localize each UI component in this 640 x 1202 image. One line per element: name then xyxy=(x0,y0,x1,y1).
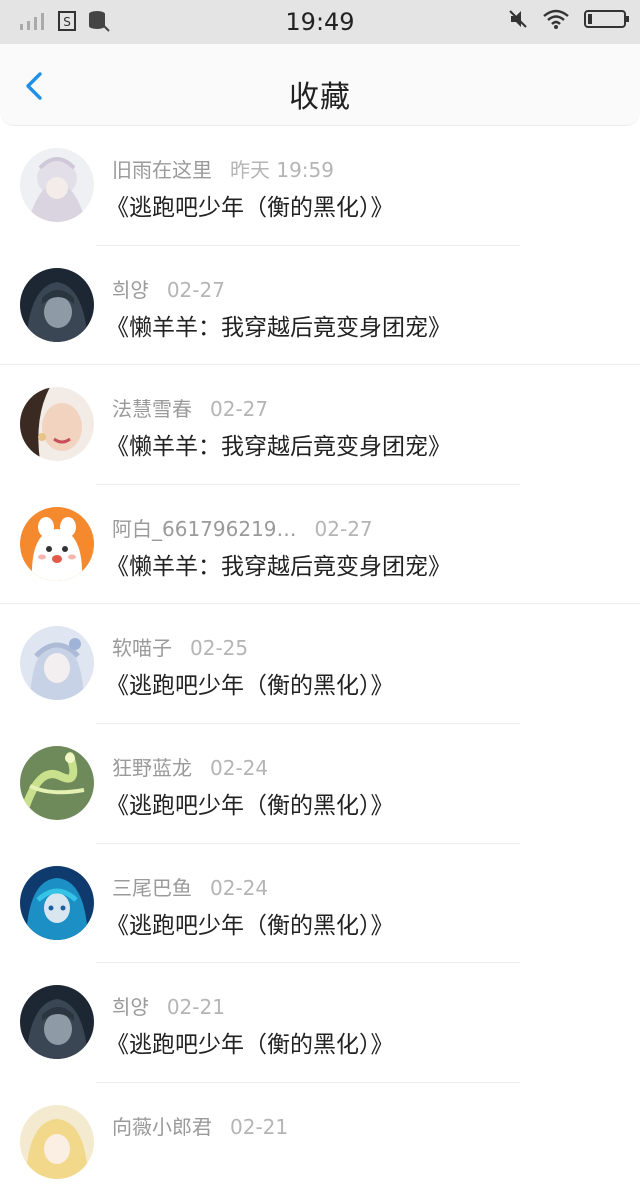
book-title[interactable]: 《懒羊羊：我穿越后竟变身团宠》 xyxy=(106,308,451,342)
book-title[interactable]: 《逃跑吧少年（衡的黑化）》 xyxy=(106,1025,394,1059)
status-bar: S 19:49 xyxy=(0,0,640,44)
list-item[interactable]: 旧雨在这里 昨天 19:59 《逃跑吧少年（衡的黑化）》 xyxy=(0,126,640,246)
book-title[interactable]: 《逃跑吧少年（衡的黑化）》 xyxy=(106,786,394,820)
avatar[interactable] xyxy=(20,745,94,820)
list-item[interactable]: 阿白_661796219… 02-27 《懒羊羊：我穿越后竟变身团宠》 xyxy=(0,485,640,605)
battery-icon xyxy=(584,10,629,28)
user-name[interactable]: 阿白_661796219… xyxy=(112,517,297,541)
avatar[interactable] xyxy=(20,387,94,462)
item-date: 02-21 xyxy=(230,1114,289,1139)
book-title[interactable]: 《逃跑吧少年（衡的黑化）》 xyxy=(106,906,394,940)
user-name[interactable]: 法慧雪春 xyxy=(112,397,192,421)
item-meta: 三尾巴鱼 02-24 xyxy=(112,872,268,901)
user-name[interactable]: 희양 xyxy=(112,995,149,1019)
avatar[interactable] xyxy=(20,1104,94,1179)
item-date: 02-24 xyxy=(210,755,269,780)
list-item[interactable]: 희양 02-21 《逃跑吧少年（衡的黑化）》 xyxy=(0,963,640,1083)
item-date: 02-27 xyxy=(314,516,373,541)
book-title[interactable]: 《逃跑吧少年（衡的黑化）》 xyxy=(106,188,394,222)
item-date: 昨天 19:59 xyxy=(230,158,334,182)
list-item[interactable]: 向薇小郎君 02-21 xyxy=(0,1083,640,1202)
item-meta: 软喵子 02-25 xyxy=(112,632,248,661)
user-name[interactable]: 软喵子 xyxy=(112,636,172,660)
item-meta: 向薇小郎君 02-21 xyxy=(112,1111,288,1140)
user-name[interactable]: 向薇小郎君 xyxy=(112,1115,212,1139)
item-meta: 阿白_661796219… 02-27 xyxy=(112,513,373,542)
avatar[interactable] xyxy=(20,626,94,701)
item-date: 02-27 xyxy=(166,277,225,302)
favorites-list: 旧雨在这里 昨天 19:59 《逃跑吧少年（衡的黑化）》 희양 02-27 《懒羊羊… xyxy=(0,126,640,1202)
item-date: 02-21 xyxy=(166,995,225,1020)
book-title[interactable]: 《懒羊羊：我穿越后竟变身团宠》 xyxy=(106,547,451,581)
item-meta: 狂野蓝龙 02-24 xyxy=(112,752,268,781)
book-title[interactable]: 《逃跑吧少年（衡的黑化）》 xyxy=(106,666,394,700)
wifi-icon xyxy=(543,9,569,29)
user-name[interactable]: 희양 xyxy=(112,278,149,302)
item-meta: 旧雨在这里 昨天 19:59 xyxy=(112,154,334,183)
avatar[interactable] xyxy=(20,985,94,1060)
item-date: 02-27 xyxy=(210,397,269,422)
list-item[interactable]: 软喵子 02-25 《逃跑吧少年（衡的黑化）》 xyxy=(0,604,640,724)
book-title[interactable]: 《懒羊羊：我穿越后竟变身团宠》 xyxy=(106,427,451,461)
status-right-icons xyxy=(508,9,630,29)
item-date: 02-24 xyxy=(210,875,269,900)
list-item[interactable]: 희양 02-27 《懒羊羊：我穿越后竟变身团宠》 xyxy=(0,246,640,366)
mute-icon xyxy=(509,10,527,28)
item-date: 02-25 xyxy=(190,636,249,661)
user-name[interactable]: 三尾巴鱼 xyxy=(112,876,192,900)
item-meta: 희양 02-27 xyxy=(112,274,225,303)
avatar[interactable] xyxy=(20,865,94,940)
avatar[interactable] xyxy=(20,506,94,581)
item-meta: 法慧雪春 02-27 xyxy=(112,393,268,422)
avatar[interactable] xyxy=(20,148,94,222)
item-meta: 희양 02-21 xyxy=(112,991,225,1020)
list-item[interactable]: 三尾巴鱼 02-24 《逃跑吧少年（衡的黑化）》 xyxy=(0,844,640,964)
list-item[interactable]: 法慧雪春 02-27 《懒羊羊：我穿越后竟变身团宠》 xyxy=(0,365,640,485)
list-item[interactable]: 狂野蓝龙 02-24 《逃跑吧少年（衡的黑化）》 xyxy=(0,724,640,844)
nav-header: 收藏 xyxy=(0,44,640,126)
avatar[interactable] xyxy=(20,267,94,342)
user-name[interactable]: 狂野蓝龙 xyxy=(112,756,192,780)
user-name[interactable]: 旧雨在这里 xyxy=(112,158,212,182)
page-title: 收藏 xyxy=(289,80,351,115)
